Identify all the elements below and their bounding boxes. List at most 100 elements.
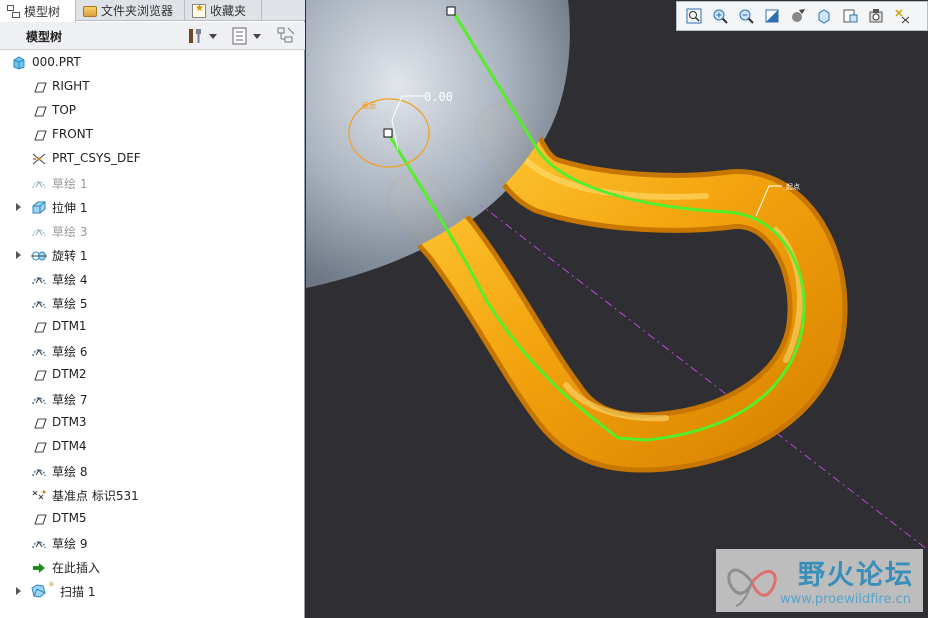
- tree-item-label: DTM3: [52, 415, 87, 429]
- csys-icon: [32, 153, 46, 165]
- tree-item[interactable]: 草绘 6: [0, 339, 304, 363]
- datum-plane-icon: [34, 514, 47, 525]
- sketch-icon: [32, 349, 46, 357]
- part-icon: [13, 56, 25, 70]
- tab-favorites[interactable]: 收藏夹: [186, 0, 262, 21]
- show-dropdown-button[interactable]: [230, 26, 261, 46]
- tree-filter-icon: [277, 27, 295, 43]
- model-tree-icon: [6, 4, 20, 18]
- repaint-button[interactable]: [759, 4, 785, 28]
- tree-item-label: 草绘 9: [52, 537, 88, 551]
- perspective-icon: [869, 9, 883, 23]
- datum-display-button[interactable]: [889, 4, 915, 28]
- tree-item-label: RIGHT: [52, 79, 90, 93]
- tree-item-label: 草绘 7: [52, 393, 88, 407]
- sketch-icon: [32, 181, 46, 189]
- tree-item[interactable]: DTM4: [0, 435, 304, 459]
- tree-item-label: 草绘 1: [52, 177, 88, 191]
- extrude-icon: [32, 201, 46, 214]
- saved-views-button[interactable]: [811, 4, 837, 28]
- section-tag: 截面: [362, 101, 376, 110]
- tree-item-label: 草绘 5: [52, 297, 88, 311]
- panel-tabs: 模型树 文件夹浏览器 收藏夹: [0, 0, 305, 22]
- tree-item[interactable]: 草绘 7: [0, 387, 304, 411]
- tree-item-label: DTM1: [52, 319, 87, 333]
- tree-item[interactable]: DTM2: [0, 363, 304, 387]
- tab-folder-browser[interactable]: 文件夹浏览器: [77, 0, 185, 21]
- watermark-url: www.proewildfire.cn: [780, 592, 911, 607]
- display-style-button[interactable]: [785, 4, 811, 28]
- folder-icon: [83, 6, 97, 17]
- revolve-icon: [31, 251, 47, 261]
- datum-display-icon: [895, 9, 910, 24]
- tree-item[interactable]: 拉伸 1: [0, 195, 304, 219]
- tree-item[interactable]: 旋转 1: [0, 243, 304, 267]
- sweep-icon: [31, 584, 46, 598]
- tree-item[interactable]: 在此插入: [0, 555, 304, 579]
- tree-item[interactable]: FRONT: [0, 123, 304, 147]
- tree-item-label: 旋转 1: [52, 249, 88, 263]
- datum-plane-icon: [34, 130, 47, 141]
- dimension-value[interactable]: 0.00: [424, 90, 453, 104]
- datum-plane-icon: [34, 106, 47, 117]
- expand-arrow-icon[interactable]: [16, 251, 21, 259]
- tree-item[interactable]: DTM5: [0, 507, 304, 531]
- tree-item-label: FRONT: [52, 127, 93, 141]
- expand-arrow-icon[interactable]: [16, 203, 21, 211]
- zoom-in-button[interactable]: [707, 4, 733, 28]
- sketch-icon: [32, 229, 46, 237]
- view-toolbar: [676, 1, 928, 31]
- tree-item[interactable]: TOP: [0, 99, 304, 123]
- tree-item-label: 在此插入: [52, 561, 101, 575]
- sketch-icon: [32, 397, 46, 405]
- tree-filter-button[interactable]: [276, 26, 296, 46]
- chevron-down-icon: [253, 33, 261, 39]
- sketch-icon: [32, 301, 46, 309]
- insert-here-arrow-icon: [33, 563, 45, 573]
- tree-item[interactable]: 草绘 3: [0, 219, 304, 243]
- chevron-down-icon: [209, 33, 217, 39]
- model-tree-panel: 模型树 文件夹浏览器 收藏夹 模型树: [0, 0, 305, 618]
- tree-item[interactable]: 草绘 5: [0, 291, 304, 315]
- tree-toolbar: 模型树: [0, 22, 305, 50]
- refit-button[interactable]: [681, 4, 707, 28]
- expand-arrow-icon[interactable]: [16, 587, 21, 595]
- datum-plane-icon: [34, 442, 47, 453]
- tree-item[interactable]: 草绘 8: [0, 459, 304, 483]
- tree-item[interactable]: RIGHT: [0, 75, 304, 99]
- tree-item[interactable]: PRT_CSYS_DEF: [0, 147, 304, 171]
- sketch-icon: [32, 277, 46, 285]
- datum-plane-icon: [34, 82, 47, 93]
- tree-root-item[interactable]: 000.PRT: [0, 51, 304, 75]
- tree-item[interactable]: 草绘 4: [0, 267, 304, 291]
- tree-item[interactable]: DTM3: [0, 411, 304, 435]
- datum-point-icon: [32, 490, 46, 500]
- repaint-icon: [765, 9, 779, 23]
- forum-watermark: 野火论坛 www.proewildfire.cn: [716, 549, 923, 612]
- zoom-out-button[interactable]: [733, 4, 759, 28]
- tree-item-label: TOP: [52, 103, 77, 117]
- zoom-out-icon: [739, 9, 754, 24]
- graphics-viewport[interactable]: 起点 截面 0.00: [306, 0, 928, 618]
- tree-item[interactable]: 扫描 1 ✳: [0, 579, 304, 603]
- tab-label: 文件夹浏览器: [101, 4, 174, 18]
- tree-item[interactable]: 草绘 9: [0, 531, 304, 555]
- favorites-icon: [192, 3, 206, 18]
- tree-item-label: DTM5: [52, 511, 87, 525]
- tree-item-label: DTM2: [52, 367, 87, 381]
- tree-item-label: 草绘 8: [52, 465, 88, 479]
- tree-root-label: 000.PRT: [32, 55, 81, 69]
- tree-item[interactable]: 基准点 标识531: [0, 483, 304, 507]
- tree-item[interactable]: DTM1: [0, 315, 304, 339]
- tree-item[interactable]: 草绘 1: [0, 171, 304, 195]
- refit-icon: [686, 8, 702, 24]
- settings-dropdown-button[interactable]: [186, 26, 217, 46]
- tree-item-label: PRT_CSYS_DEF: [52, 151, 141, 165]
- datum-plane-icon: [34, 322, 47, 333]
- view-manager-icon: [843, 9, 858, 23]
- perspective-button[interactable]: [863, 4, 889, 28]
- tab-label: 模型树: [24, 4, 61, 19]
- view-manager-button[interactable]: [837, 4, 863, 28]
- trajectory-start-marker: [383, 128, 393, 138]
- tab-model-tree[interactable]: 模型树: [0, 0, 76, 22]
